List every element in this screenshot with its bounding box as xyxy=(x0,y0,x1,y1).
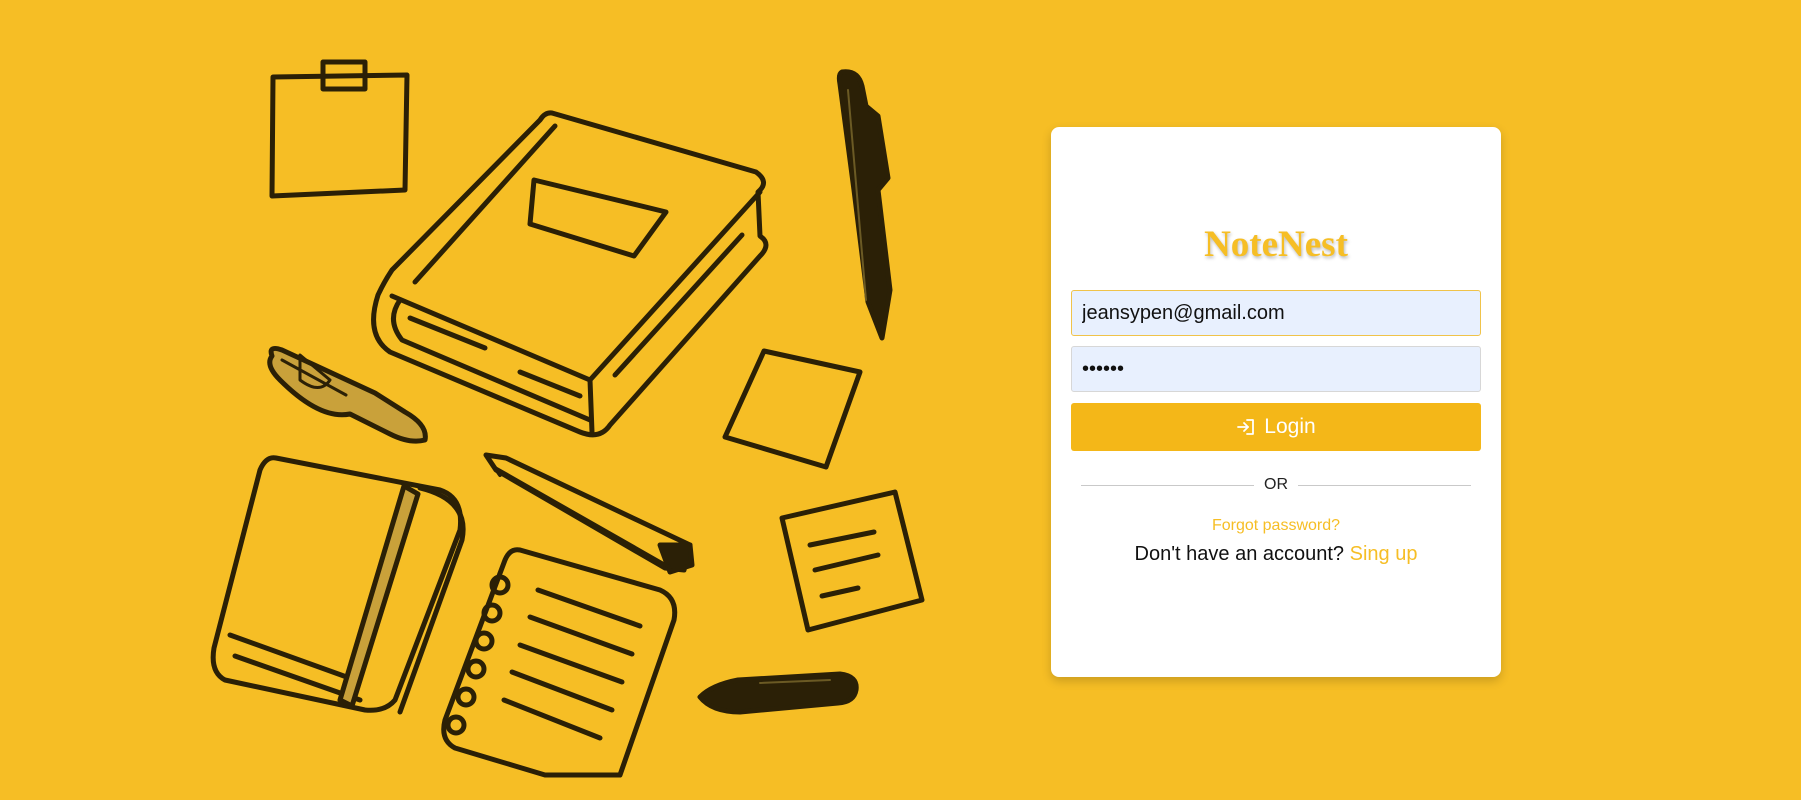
divider-line xyxy=(1081,484,1254,486)
login-button[interactable]: Login xyxy=(1071,403,1481,451)
email-field[interactable] xyxy=(1071,290,1481,336)
spiral-notepad-icon xyxy=(441,547,678,778)
login-card: NoteNest Login OR Forgot password? Don't… xyxy=(1051,127,1501,677)
or-divider: OR xyxy=(1081,475,1471,495)
sticky-note-icon xyxy=(722,348,863,470)
signup-row: Don't have an account? Sing up xyxy=(1071,543,1481,566)
note-card-icon xyxy=(779,489,925,633)
book-icon xyxy=(371,110,769,438)
sticky-note-icon xyxy=(269,59,410,199)
login-button-label: Login xyxy=(1264,415,1316,438)
signup-prompt: Don't have an account? xyxy=(1134,543,1345,565)
marker-icon xyxy=(267,346,428,444)
forgot-password-link[interactable]: Forgot password? xyxy=(1071,517,1481,535)
signup-link[interactable]: Sing up xyxy=(1350,543,1418,565)
divider-line xyxy=(1298,484,1471,486)
login-icon xyxy=(1236,417,1256,437)
password-field[interactable] xyxy=(1071,346,1481,392)
pencil-icon xyxy=(483,452,695,575)
pen-icon xyxy=(836,69,893,341)
or-text: OR xyxy=(1264,476,1288,493)
notebook-icon xyxy=(210,455,466,715)
stationery-illustration xyxy=(210,59,925,778)
highlighter-icon xyxy=(697,671,859,715)
brand-title: NoteNest xyxy=(1204,224,1348,265)
